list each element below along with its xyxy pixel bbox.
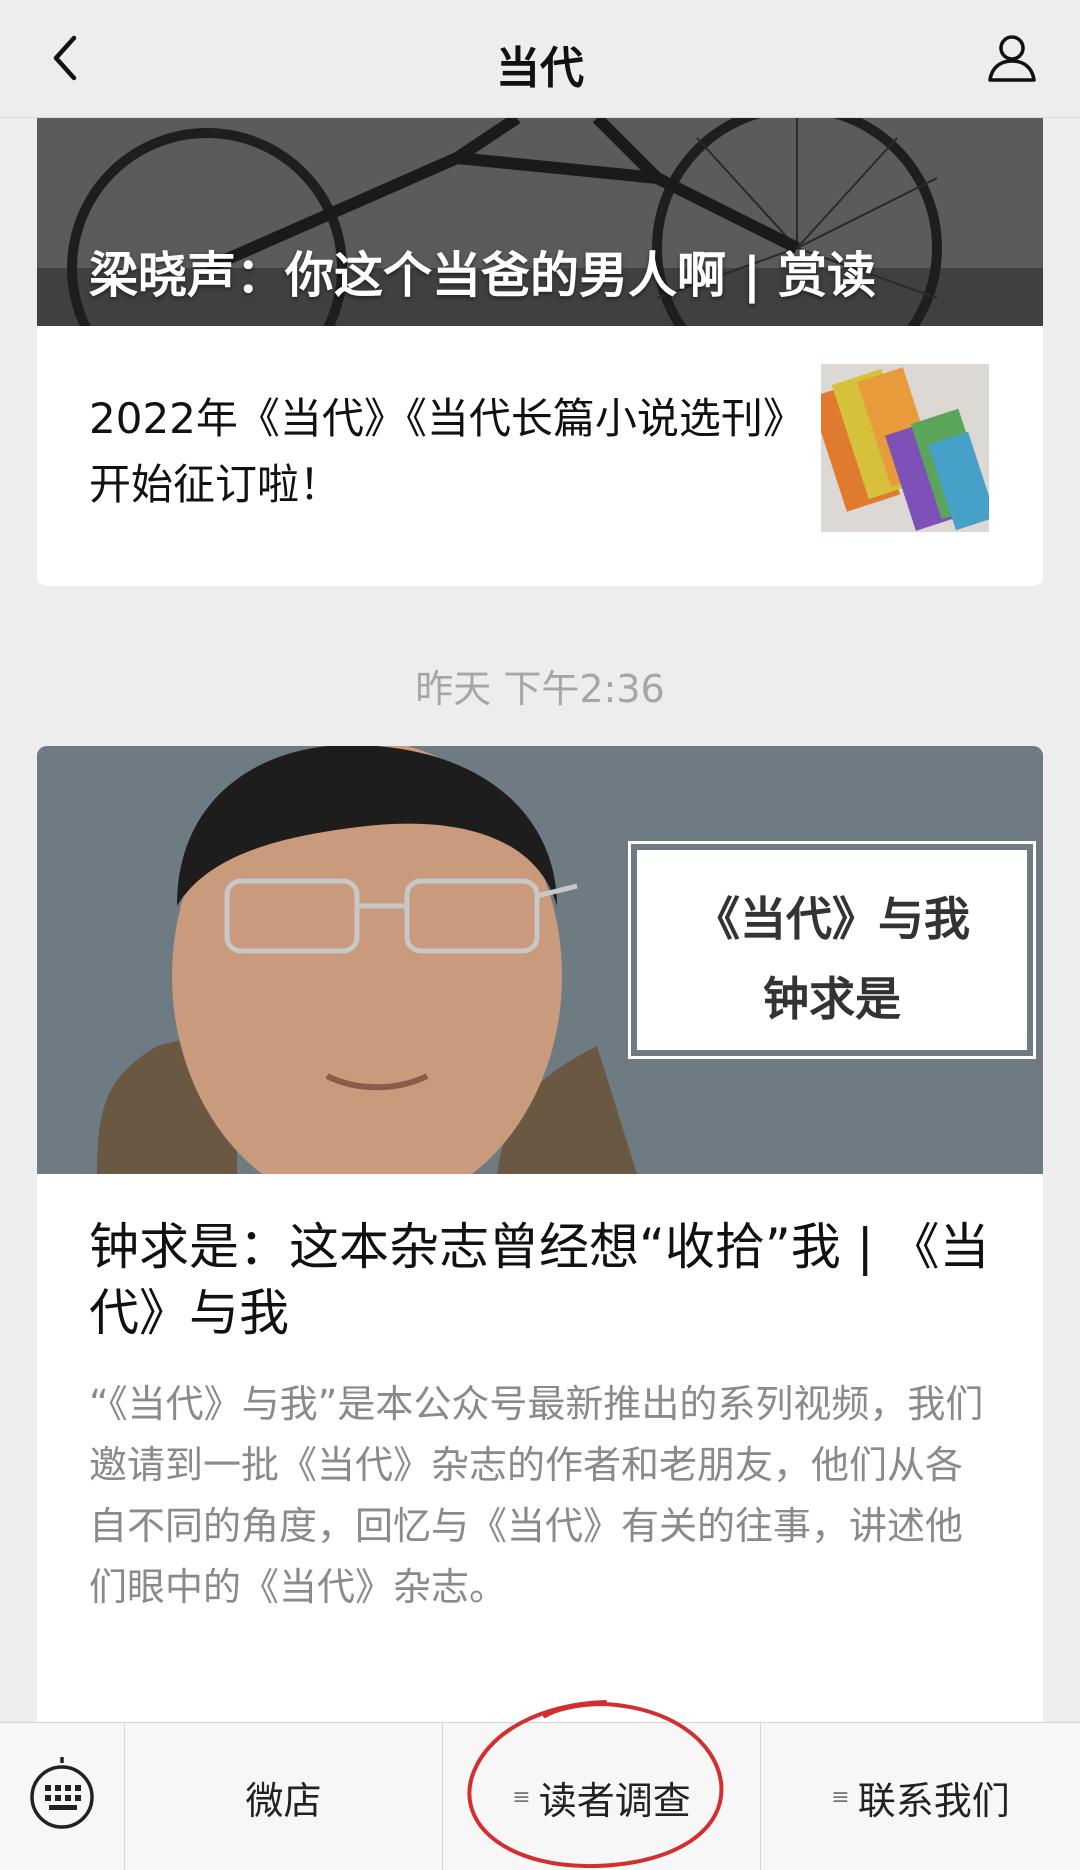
article-cover-title: 梁晓声：你这个当爸的男人啊 | 赏读 [89, 247, 877, 304]
keyboard-icon[interactable] [0, 1723, 125, 1870]
article-description: “《当代》与我”是本公众号最新推出的系列视频，我们邀请到一批《当代》杂志的作者和… [89, 1382, 984, 1609]
cover-label-author: 钟求是 [763, 972, 901, 1026]
article-thumbnail [821, 364, 989, 532]
article-card: 梁晓声：你这个当爸的男人啊 | 赏读 2022年《当代》《当代长篇小说选刊》开始… [37, 118, 1043, 586]
article-cover-image: 《当代》与我 钟求是 [37, 746, 1043, 1174]
submenu-indicator-icon: ≡ [512, 1784, 531, 1810]
article-title: 2022年《当代》《当代长篇小说选刊》开始征订啦！ [89, 394, 805, 509]
cover-label-box: 《当代》与我 钟求是 [628, 841, 1036, 1059]
menu-item-weidian[interactable]: 微店 [125, 1723, 443, 1870]
message-timestamp: 昨天 下午2:36 [415, 667, 665, 711]
article-list-item[interactable]: 2022年《当代》《当代长篇小说选刊》开始征订啦！ [37, 326, 1043, 586]
bottom-menu-bar: 微店 ≡ 读者调查 ≡ 联系我们 [0, 1722, 1080, 1870]
article-cover-image[interactable]: 梁晓声：你这个当爸的男人啊 | 赏读 [37, 118, 1043, 326]
menu-item-label: 微店 [245, 1778, 322, 1823]
navigation-bar: 当代 [0, 0, 1080, 118]
person-icon[interactable] [982, 28, 1042, 88]
submenu-indicator-icon: ≡ [831, 1784, 850, 1810]
menu-item-label: 联系我们 [857, 1778, 1010, 1823]
page-title: 当代 [496, 43, 584, 94]
article-card[interactable]: 《当代》与我 钟求是 钟求是：这本杂志曾经想“收拾”我 | 《当代》与我 “《当… [37, 746, 1043, 1722]
menu-item-reader-survey[interactable]: ≡ 读者调查 [443, 1723, 761, 1870]
wechat-official-account-screen: 当代 梁晓声：你这个当爸的男人啊 | 赏读 2022年《当代》《当代长篇小说选刊… [0, 0, 1080, 1870]
menu-item-contact-us[interactable]: ≡ 联系我们 [761, 1723, 1080, 1870]
menu-item-label: 读者调查 [538, 1778, 691, 1823]
message-feed[interactable]: 梁晓声：你这个当爸的男人啊 | 赏读 2022年《当代》《当代长篇小说选刊》开始… [0, 118, 1080, 1722]
cover-label-series: 《当代》与我 [694, 892, 970, 946]
article-title: 钟求是：这本杂志曾经想“收拾”我 | 《当代》与我 [89, 1218, 990, 1342]
